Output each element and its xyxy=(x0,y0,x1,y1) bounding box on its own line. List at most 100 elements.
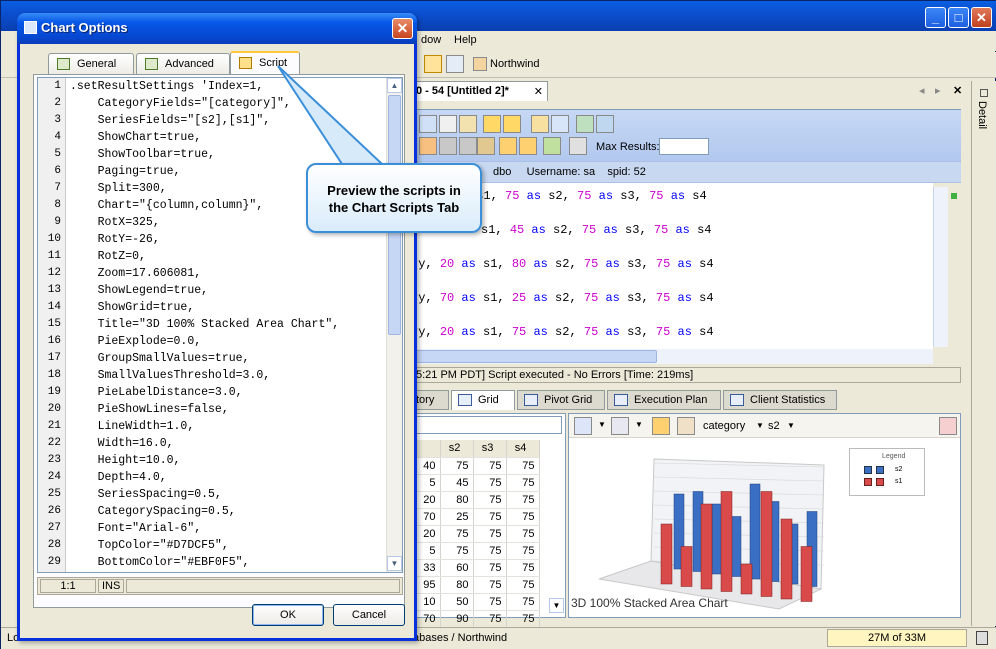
results-text-icon[interactable] xyxy=(519,137,537,155)
table-row[interactable]: 70 90 75 75 xyxy=(412,610,540,628)
grid-column-header[interactable]: s2 xyxy=(440,440,474,458)
trash-icon[interactable] xyxy=(976,631,988,645)
grid-scroll-down-icon[interactable]: ▼ xyxy=(549,598,564,613)
editor-token: 75 xyxy=(505,189,520,203)
print-icon[interactable] xyxy=(569,137,587,155)
query-toolbar: Max Results: xyxy=(411,109,961,161)
editor-line: ry, 20 as s1, 80 as s2, 75 as s3, 75 as … xyxy=(411,257,714,271)
line-number: 16 xyxy=(47,335,61,347)
chart-data-icon[interactable] xyxy=(652,417,670,435)
undo-icon[interactable] xyxy=(483,115,501,133)
table-row[interactable]: 5 45 75 75 xyxy=(412,474,540,492)
find-icon[interactable] xyxy=(551,115,569,133)
menu-help[interactable]: Help xyxy=(454,34,477,46)
grid-filter-input[interactable] xyxy=(414,416,562,434)
tab-general[interactable]: General xyxy=(48,53,134,75)
table-row[interactable]: 20 75 75 75 xyxy=(412,525,540,543)
chart-3d-dropdown-icon[interactable]: ▼ xyxy=(635,420,643,429)
explain-icon[interactable] xyxy=(477,137,495,155)
editor-token: 75 xyxy=(583,257,599,271)
category-dropdown-icon[interactable]: ▼ xyxy=(756,421,764,430)
cancel-button[interactable]: Cancel xyxy=(333,604,405,626)
export-icon[interactable] xyxy=(543,137,561,155)
line-number: 5 xyxy=(54,148,61,160)
table-row[interactable]: 70 25 75 75 xyxy=(412,508,540,526)
grid-view-icon[interactable] xyxy=(446,55,464,73)
code-line: TopColor="#D7DCF5", xyxy=(70,539,229,552)
chart-type-dropdown-icon[interactable]: ▼ xyxy=(598,420,606,429)
chart-pane: ▼ ▼ category ▼ s2 ▼ Legend s2 s1 3D 100%… xyxy=(568,413,961,618)
table-row[interactable]: 95 80 75 75 xyxy=(412,576,540,594)
close-tab-icon[interactable]: ✕ xyxy=(534,85,543,98)
tab-execution-plan[interactable]: Execution Plan xyxy=(607,390,721,410)
detail-pin-icon[interactable] xyxy=(980,89,988,97)
step-icon[interactable] xyxy=(459,137,477,155)
sql-editor[interactable]: s1, 75 as s2, 75 as s3, 75 as s4 s1, 45 a… xyxy=(411,183,933,349)
username-label: Username: xyxy=(526,166,581,178)
document-tab-label: 0 - 54 [Untitled 2]* xyxy=(416,85,509,97)
execution-status-message: 5:21 PM PDT] Script executed - No Errors… xyxy=(411,367,961,383)
legend-title: Legend xyxy=(882,453,906,460)
paste-icon[interactable] xyxy=(459,115,477,133)
tab-right-arrow-icon[interactable]: ▸ xyxy=(935,84,941,97)
menu-window[interactable]: dow xyxy=(421,34,441,46)
series-dropdown-icon[interactable]: ▼ xyxy=(787,421,795,430)
execute-icon[interactable] xyxy=(419,137,437,155)
editor-token: s3, xyxy=(613,189,650,203)
editor-h-scroll-thumb[interactable] xyxy=(411,350,657,363)
results-grid[interactable]: s2 s3 s4 40 75 75 75 5 45 75 75 20 80 75 75 70 25 75 75 20 7… xyxy=(411,413,566,628)
tab-client-statistics[interactable]: Client Statistics xyxy=(723,390,837,410)
editor-horizontal-scrollbar[interactable] xyxy=(411,349,933,364)
line-number: 15 xyxy=(47,318,61,330)
results-grid-icon[interactable] xyxy=(499,137,517,155)
series-selector[interactable]: s2 xyxy=(768,420,780,432)
refresh-icon[interactable] xyxy=(576,115,594,133)
max-results-input[interactable] xyxy=(659,138,709,155)
redo-icon[interactable] xyxy=(503,115,521,133)
category-selector[interactable]: category xyxy=(703,420,745,432)
status-blank xyxy=(126,579,400,593)
tab-pivot-grid[interactable]: Pivot Grid xyxy=(517,390,605,410)
table-row[interactable]: 40 75 75 75 xyxy=(412,457,540,475)
chart-export-icon[interactable] xyxy=(939,417,957,435)
format-icon[interactable] xyxy=(531,115,549,133)
tab-grid[interactable]: Grid xyxy=(451,390,515,410)
editor-token: 75 xyxy=(655,325,671,339)
editor-vertical-scrollbar[interactable] xyxy=(933,187,948,347)
tab-close-all-icon[interactable]: ✕ xyxy=(953,84,962,97)
table-row[interactable]: 20 80 75 75 xyxy=(412,491,540,509)
chart-options-icon[interactable] xyxy=(677,417,695,435)
copy-icon[interactable] xyxy=(439,115,457,133)
chart-bar-s2 xyxy=(730,516,742,577)
dialog-title-bar[interactable]: Chart Options ✕ xyxy=(17,13,417,44)
scroll-down-icon[interactable]: ▼ xyxy=(387,556,402,571)
tab-advanced[interactable]: Advanced xyxy=(136,53,230,75)
maximize-button[interactable]: □ xyxy=(948,7,969,28)
spid-value: 52 xyxy=(633,166,646,178)
editor-token: 75 xyxy=(583,291,599,305)
close-button[interactable]: ✕ xyxy=(971,7,992,28)
database-name[interactable]: Northwind xyxy=(490,58,540,70)
table-row[interactable]: 5 75 75 75 xyxy=(412,542,540,560)
tools-icon[interactable] xyxy=(596,115,614,133)
detail-panel-label[interactable]: Detail xyxy=(976,101,988,129)
chart-view-icon[interactable] xyxy=(424,55,442,73)
document-tab[interactable]: 0 - 54 [Untitled 2]* ✕ xyxy=(411,81,548,101)
grid-column-header[interactable]: s3 xyxy=(473,440,507,458)
cut-icon[interactable] xyxy=(419,115,437,133)
chart-3d-icon[interactable] xyxy=(611,417,629,435)
grid-cell: 75 xyxy=(506,474,540,492)
table-row[interactable]: 10 50 75 75 xyxy=(412,593,540,611)
code-line: RotX=325, xyxy=(70,216,160,229)
minimize-button[interactable]: _ xyxy=(925,7,946,28)
dialog-close-button[interactable]: ✕ xyxy=(392,18,413,39)
line-number: 17 xyxy=(47,352,61,364)
tab-left-arrow-icon[interactable]: ◂ xyxy=(919,84,925,97)
chart-bar-s1 xyxy=(760,491,773,597)
chart-type-icon[interactable] xyxy=(574,417,592,435)
table-row[interactable]: 33 60 75 75 xyxy=(412,559,540,577)
stop-icon[interactable] xyxy=(439,137,457,155)
code-line: ShowLegend=true, xyxy=(70,284,209,297)
ok-button[interactable]: OK xyxy=(252,604,324,626)
grid-column-header[interactable]: s4 xyxy=(506,440,540,458)
